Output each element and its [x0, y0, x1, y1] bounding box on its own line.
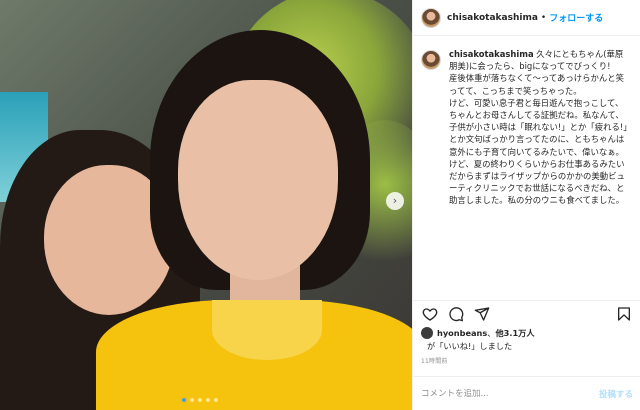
liker-username[interactable]: hyonbeans [437, 328, 487, 339]
likes-summary: hyonbeans、 他3.1万人 が「いいね!」しました [421, 327, 633, 352]
carousel-dot [214, 398, 218, 402]
carousel-dot [206, 398, 210, 402]
next-slide-button[interactable]: › [386, 192, 404, 210]
post-timestamp[interactable]: 11時間前 [421, 356, 448, 365]
caption-username[interactable]: chisakotakashima [449, 49, 534, 59]
carousel-dot [198, 398, 202, 402]
likes-others-link[interactable]: 他3.1万人 [495, 328, 534, 339]
comment-bar: 投稿する [413, 376, 640, 410]
post-side-panel: chisakotakashima • フォローする chisakotakashi… [412, 0, 640, 410]
carousel-dot [182, 398, 186, 402]
follow-button[interactable]: フォローする [549, 11, 603, 24]
carousel-dot [190, 398, 194, 402]
caption-text: chisakotakashima 久々にともちゃん(華原朋美)に会ったら、big… [449, 48, 631, 207]
right-person-face [178, 80, 338, 280]
heart-icon[interactable] [421, 305, 439, 323]
comment-input[interactable] [421, 388, 599, 399]
instagram-post: › chisakotakashima • フォローする chisakotakas… [0, 0, 640, 410]
likes-row: hyonbeans、 他3.1万人 [421, 327, 633, 339]
avatar[interactable] [421, 7, 441, 28]
action-bar [413, 300, 640, 326]
bookmark-icon[interactable] [615, 305, 633, 323]
caption-scroll-area[interactable]: chisakotakashima 久々にともちゃん(華原朋美)に会ったら、big… [413, 48, 640, 298]
blouse-collar [212, 300, 322, 360]
chevron-right-icon: › [392, 194, 398, 207]
likes-suffix: が「いいね!」しました [427, 341, 513, 351]
header-username[interactable]: chisakotakashima [447, 13, 538, 23]
post-comment-button[interactable]: 投稿する [599, 388, 633, 400]
paper-plane-icon[interactable] [473, 305, 491, 323]
liker-avatar[interactable] [421, 327, 433, 339]
caption-line: けど、夏の終わりくらいからお仕事あるみたいだからまずはライザップからのかかの美動… [449, 158, 625, 206]
post-header: chisakotakashima • フォローする [413, 0, 640, 36]
caption: chisakotakashima 久々にともちゃん(華原朋美)に会ったら、big… [421, 48, 633, 207]
carousel-indicator [182, 398, 218, 402]
post-photo[interactable]: › [0, 0, 412, 410]
header-separator: • [540, 12, 547, 23]
caption-line: 産後体重が落ちなくて〜ってあっけらかんと笑ってて、こっちまで笑っちゃった。 [449, 73, 624, 96]
comment-icon[interactable] [447, 305, 465, 323]
caption-line: けど、可愛い息子君と毎日遊んで抱っこして、ちゃんとお母さんしてる証拠だね。私なん… [449, 97, 628, 157]
caption-avatar[interactable] [421, 50, 441, 70]
